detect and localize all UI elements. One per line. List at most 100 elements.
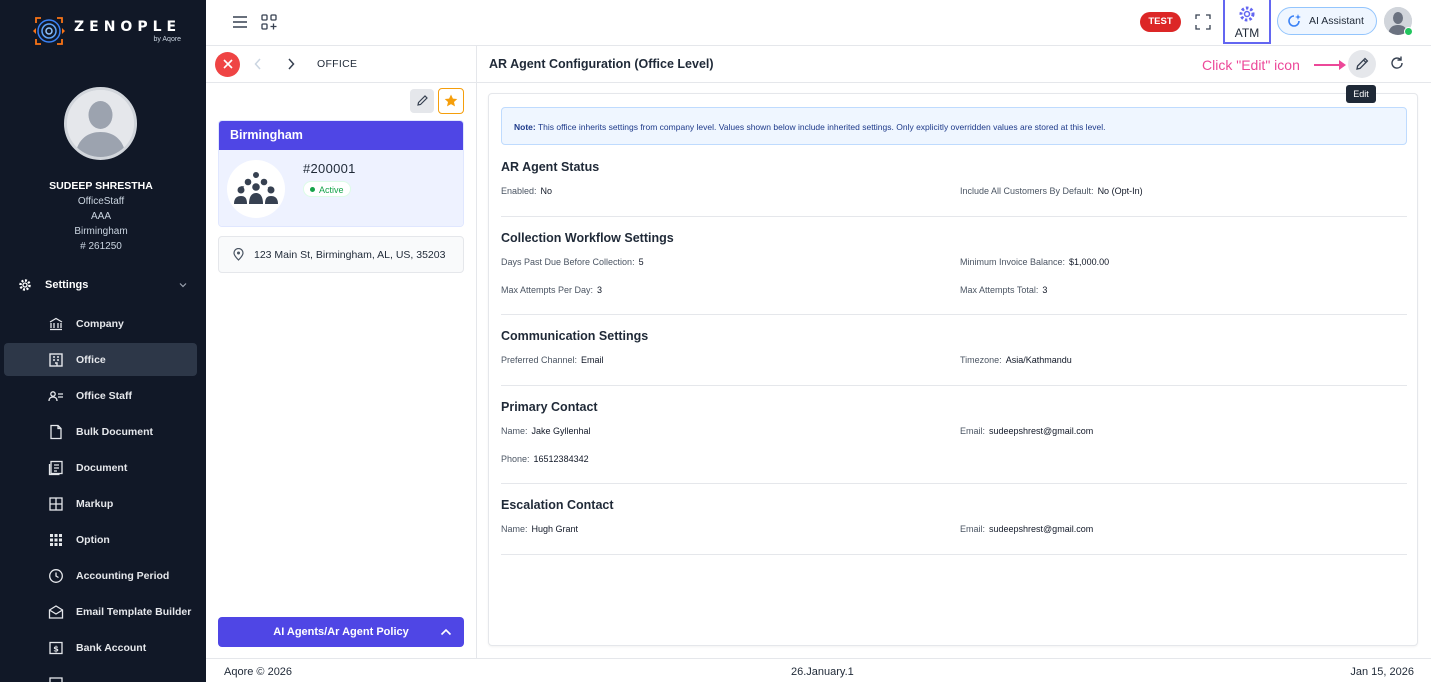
field-min-invoice-balance: Minimum Invoice Balance: $1,000.00	[960, 257, 1109, 267]
building-icon	[49, 353, 63, 367]
hamburger-menu-icon[interactable]	[231, 13, 249, 31]
field-label: Minimum Invoice Balance:	[960, 257, 1066, 267]
field-label: Preferred Channel:	[501, 355, 578, 365]
field-value: Email	[581, 355, 604, 365]
user-info: SUDEEP SHRESTHA OfficeStaff AAA Birmingh…	[0, 180, 202, 252]
document-icon	[48, 460, 63, 476]
section-title: Collection Workflow Settings	[501, 231, 674, 245]
office-address: 123 Main St, Birmingham, AL, US, 35203	[218, 236, 464, 273]
bank-icon	[49, 317, 63, 331]
atm-button[interactable]: ATM	[1223, 0, 1271, 44]
sidebar-item-option[interactable]: Option	[4, 523, 197, 556]
ai-assistant-button[interactable]: AI Assistant	[1277, 7, 1377, 35]
field-label: Include All Customers By Default:	[960, 186, 1094, 196]
section-title: AR Agent Status	[501, 160, 600, 174]
field-label: Timezone:	[960, 355, 1002, 365]
sidebar-item-label: Document	[76, 461, 128, 474]
sidebar-item-partial[interactable]	[4, 667, 197, 682]
sidebar-item-label: Email Template Builder	[76, 605, 192, 618]
field-label: Phone:	[501, 454, 530, 464]
field-value: sudeepshrest@gmail.com	[989, 426, 1094, 436]
field-label: Name:	[501, 524, 528, 534]
main-header: AR Agent Configuration (Office Level) Cl…	[477, 46, 1431, 103]
section-escalation-contact: Escalation Contact Name: Hugh Grant Email…	[501, 498, 1407, 555]
page-title: AR Agent Configuration (Office Level)	[489, 57, 714, 71]
config-card: Note: This office inherits settings from…	[488, 93, 1418, 646]
refresh-icon[interactable]	[1388, 54, 1406, 72]
file-icon	[50, 424, 62, 440]
chevron-right-icon[interactable]	[287, 58, 295, 70]
sidebar-item-email-template-builder[interactable]: Email Template Builder	[4, 595, 197, 628]
address-text: 123 Main St, Birmingham, AL, US, 35203	[254, 248, 446, 261]
sidebar-menu: Company Office Office Staff Bulk Documen…	[4, 307, 197, 682]
field-value: Asia/Kathmandu	[1005, 355, 1072, 365]
sidebar-item-document[interactable]: Document	[4, 451, 197, 484]
sidebar-item-label: Office Staff	[76, 389, 133, 402]
office-card[interactable]: Birmingham #200001 Active	[218, 120, 464, 227]
atm-label: ATM	[1234, 26, 1260, 40]
clock-icon	[49, 569, 63, 583]
sidebar-item-office-staff[interactable]: Office Staff	[4, 379, 197, 412]
field-value: No (Opt-In)	[1097, 186, 1143, 196]
sidebar-item-company[interactable]: Company	[4, 307, 197, 340]
field-escalation-name: Name: Hugh Grant	[501, 524, 578, 534]
field-value: 5	[638, 257, 644, 267]
user-role: OfficeStaff	[77, 196, 125, 207]
ai-sparkle-icon	[1288, 14, 1301, 27]
sidebar-item-label: Bank Account	[76, 641, 147, 654]
brand-name: ZENOPLE	[74, 19, 182, 35]
star-icon	[444, 94, 458, 107]
user-company: AAA	[90, 211, 111, 222]
user-office: Birmingham	[74, 226, 128, 237]
field-label: Email:	[960, 524, 986, 534]
sidebar-item-markup[interactable]: Markup	[4, 487, 197, 520]
field-label: Email:	[960, 426, 986, 436]
field-max-attempts-per-day: Max Attempts Per Day: 3	[501, 285, 602, 295]
person-silhouette-icon	[67, 90, 134, 157]
favorite-button[interactable]	[438, 88, 464, 114]
field-value: 3	[597, 285, 603, 295]
field-value: $1,000.00	[1069, 257, 1110, 267]
office-group-icon	[227, 160, 285, 218]
edit-config-button[interactable]	[1348, 50, 1376, 78]
apps-add-icon[interactable]	[260, 13, 278, 31]
zenople-logo-icon	[33, 17, 65, 45]
edit-tooltip: Edit	[1346, 85, 1376, 103]
brand-sub: by Aqore	[153, 36, 182, 43]
field-primary-name: Name: Jake Gyllenhal	[501, 426, 591, 436]
sidebar-settings-toggle[interactable]: Settings	[18, 278, 188, 292]
ai-agents-policy-button[interactable]: AI Agents/Ar Agent Policy	[218, 617, 464, 647]
svg-text:$: $	[53, 645, 59, 654]
ai-assistant-label: AI Assistant	[1309, 15, 1364, 27]
profile-avatar[interactable]	[64, 87, 137, 160]
footer: Aqore © 2026 26.January.1 Jan 15, 2026	[206, 658, 1431, 682]
sidebar-item-bulk-document[interactable]: Bulk Document	[4, 415, 197, 448]
field-value: No	[540, 186, 553, 196]
field-value: sudeepshrest@gmail.com	[989, 524, 1094, 534]
field-value: 3	[1042, 285, 1048, 295]
sidebar-item-office[interactable]: Office	[4, 343, 197, 376]
field-include-all-customers: Include All Customers By Default: No (Opt…	[960, 186, 1143, 196]
sidebar-item-label: Markup	[76, 497, 114, 510]
sidebar-item-bank-account[interactable]: $ Bank Account	[4, 631, 197, 664]
brand-logo[interactable]: ZENOPLE by Aqore	[32, 14, 181, 48]
field-enabled: Enabled: No	[501, 186, 552, 196]
sidebar-item-label: Accounting Period	[76, 569, 170, 582]
edit-office-button[interactable]	[410, 89, 434, 113]
dots-grid-icon	[50, 534, 62, 546]
sidebar-item-label: Option	[76, 533, 110, 546]
sidebar-item-accounting-period[interactable]: Accounting Period	[4, 559, 197, 592]
chevron-left-icon[interactable]	[254, 58, 262, 70]
footer-date: Jan 15, 2026	[1350, 666, 1414, 678]
breadcrumb: OFFICE	[317, 58, 358, 70]
close-button[interactable]	[215, 52, 240, 77]
field-escalation-email: Email: sudeepshrest@gmail.com	[960, 524, 1093, 534]
section-collection-workflow: Collection Workflow Settings Days Past D…	[501, 231, 1407, 315]
field-value: 16512384342	[533, 454, 589, 464]
note-text: This office inherits settings from compa…	[537, 122, 1106, 132]
sidebar-item-label: Company	[76, 317, 124, 330]
fullscreen-icon[interactable]	[1194, 13, 1212, 31]
status-text: Active	[319, 185, 344, 195]
field-primary-email: Email: sudeepshrest@gmail.com	[960, 426, 1093, 436]
field-timezone: Timezone: Asia/Kathmandu	[960, 355, 1072, 365]
